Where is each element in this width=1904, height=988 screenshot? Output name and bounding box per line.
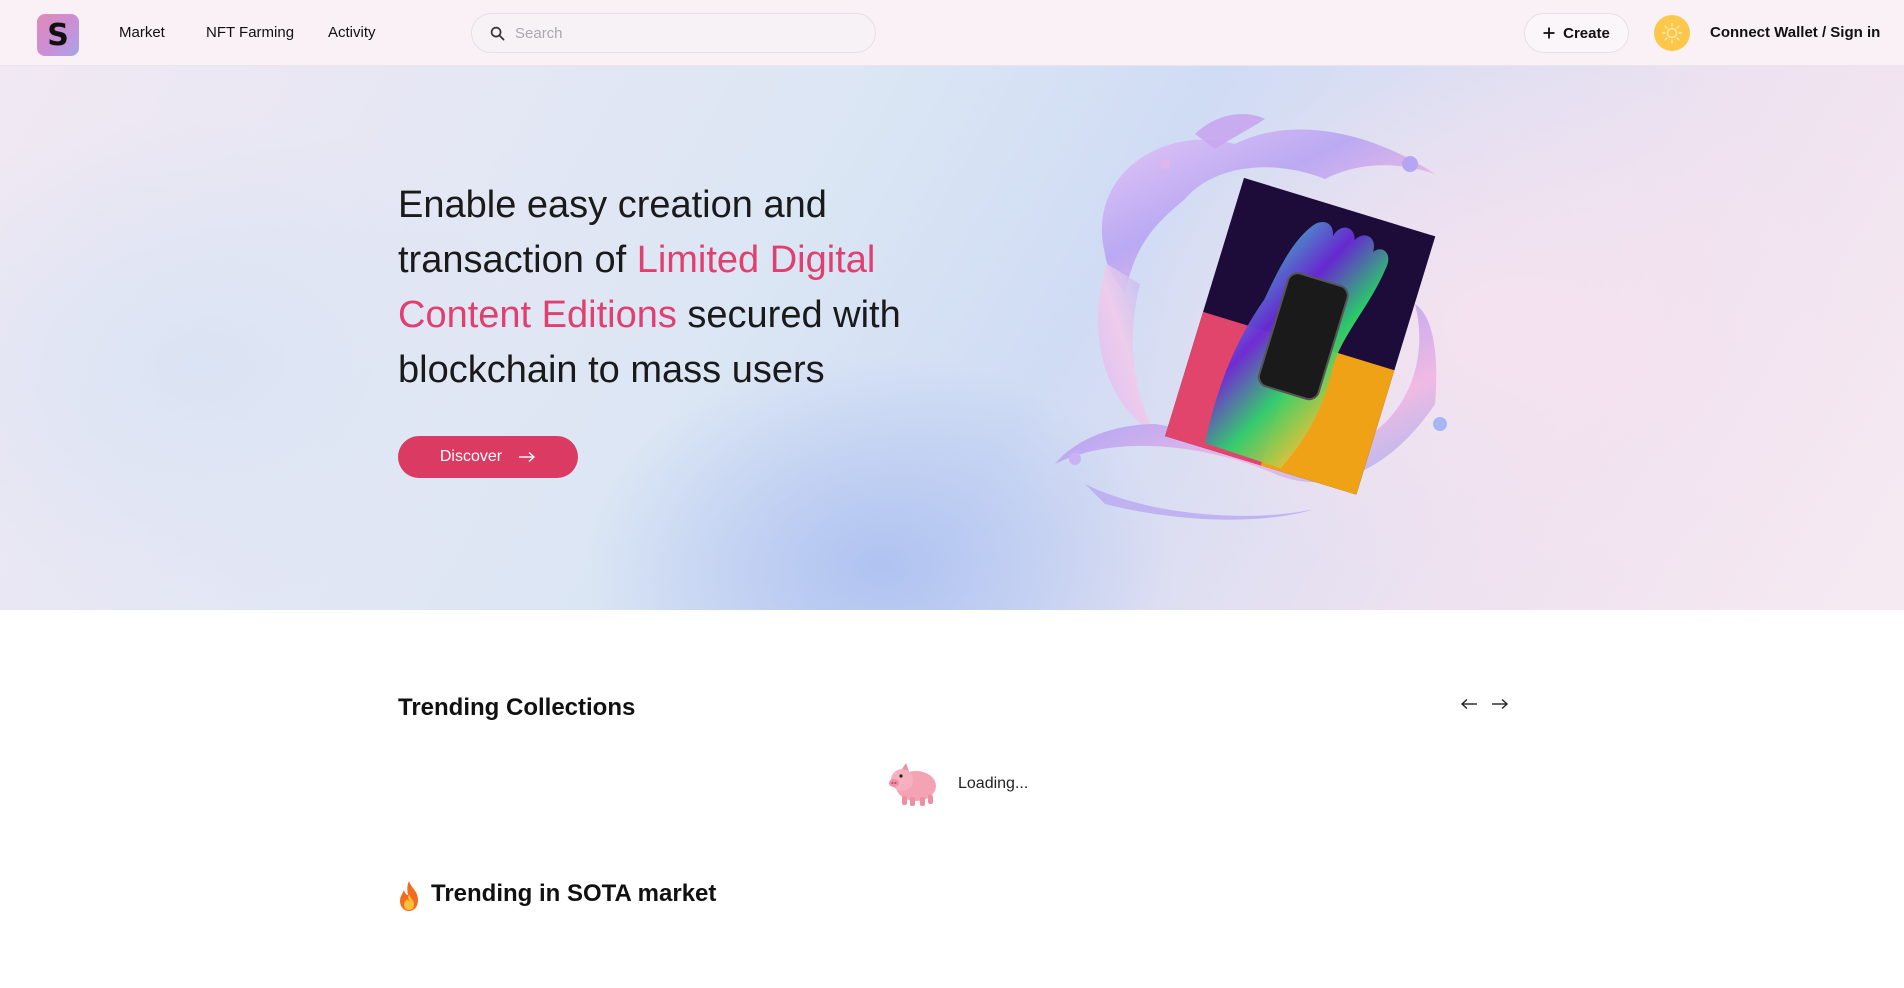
nav-activity[interactable]: Activity [328, 24, 376, 41]
hand-phone-liquid-art [1055, 114, 1447, 520]
arrow-left-icon [1460, 698, 1477, 710]
carousel-prev-button[interactable] [1458, 694, 1480, 714]
hero-banner: Enable easy creation and transaction of … [0, 66, 1904, 610]
sun-icon [1661, 22, 1683, 44]
pig-icon [889, 763, 936, 806]
discover-label: Discover [439, 448, 503, 465]
nav-market[interactable]: Market [119, 24, 165, 41]
loading-indicator: Loading... [888, 760, 1028, 808]
arrow-right-icon [519, 451, 536, 463]
loading-text: Loading... [958, 775, 1029, 792]
hero-title: Enable easy creation and transaction of … [398, 178, 958, 398]
connect-wallet-link[interactable]: Connect Wallet / Sign in [1710, 24, 1880, 41]
discover-button[interactable]: Discover [398, 436, 578, 478]
plus-icon [1543, 27, 1555, 39]
create-label: Create [1563, 24, 1610, 42]
top-navbar: S Market NFT Farming Activity Create Con… [0, 0, 1904, 66]
search-icon [490, 26, 505, 40]
fire-icon [400, 881, 418, 911]
sota-logo[interactable]: S [37, 14, 79, 56]
carousel-next-button[interactable] [1489, 694, 1511, 714]
create-button[interactable]: Create [1524, 13, 1629, 53]
search-bar[interactable] [471, 13, 876, 53]
arrow-right-icon [1492, 698, 1509, 710]
trending-market-title: Trending in SOTA market [431, 880, 717, 907]
search-input[interactable] [515, 24, 855, 42]
theme-toggle-button[interactable] [1654, 15, 1690, 51]
logo-letter: S [47, 17, 69, 53]
nav-nft-farming[interactable]: NFT Farming [206, 24, 294, 41]
trending-collections-title: Trending Collections [398, 694, 636, 721]
